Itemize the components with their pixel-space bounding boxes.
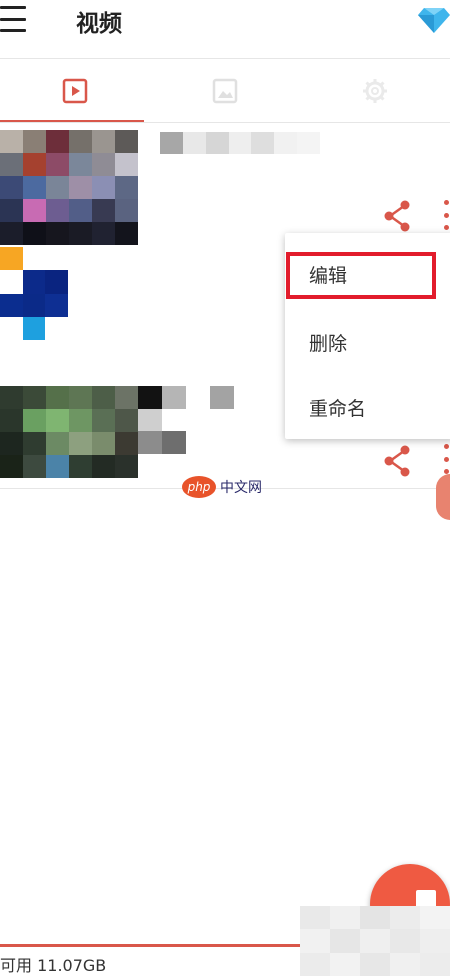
storage-progress-bar [0,944,300,947]
app-bar: 视频 [0,0,450,58]
tab-settings[interactable] [300,60,450,122]
watermark: php 中文网 [182,476,262,498]
share-icon[interactable] [382,199,412,233]
tab-bar [0,60,450,122]
side-floating-button[interactable] [436,474,450,520]
share-icon[interactable] [382,444,412,478]
premium-diamond-icon[interactable] [418,2,450,34]
watermark-logo: php [182,476,216,498]
video-title-placeholder [160,132,320,154]
settings-gear-icon [363,79,387,103]
image-icon [212,78,238,104]
app-bar-divider [0,58,450,59]
more-options-icon[interactable] [441,200,450,230]
pixelated-overlay [300,906,450,976]
watermark-text: 中文网 [220,480,262,496]
video-thumbnail[interactable] [0,386,138,478]
storage-available-text: 可用 11.07GB [0,956,107,975]
video-play-icon [62,78,88,104]
page-title: 视频 [76,11,122,37]
video-title-placeholder [138,386,234,454]
tab-images[interactable] [150,60,300,122]
video-thumbnail[interactable] [0,130,138,245]
tab-videos[interactable] [0,60,150,122]
more-options-icon[interactable] [441,444,450,474]
menu-item-delete[interactable]: 删除 [309,329,347,356]
video-thumbnail[interactable] [0,247,68,340]
highlight-box [286,252,436,299]
hamburger-menu-icon[interactable] [0,6,30,32]
menu-item-rename[interactable]: 重命名 [309,394,366,421]
tabs-divider [0,122,450,123]
